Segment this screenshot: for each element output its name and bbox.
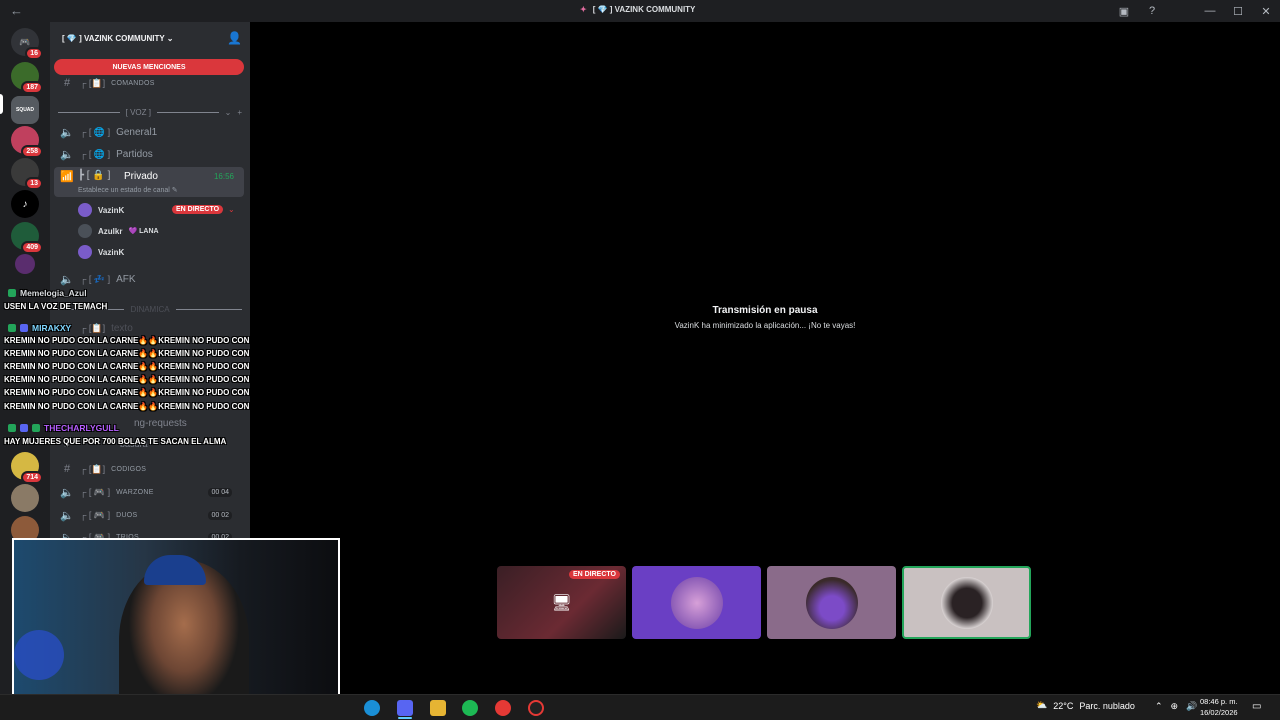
selected-pill [0,94,3,114]
hash-icon: # [63,463,71,475]
avatar [78,245,92,259]
edge-icon[interactable] [364,700,380,716]
cap-image [144,555,206,585]
voice-channel-afk[interactable]: 🔈 ┌ [ 💤 ] AFK [54,269,244,289]
badge-icon [20,424,28,432]
avatar [78,224,92,238]
server-icon-3[interactable]: 13 [11,158,43,190]
chat-message-1: USEN LA VOZ DE TEMACH [4,302,108,311]
chevron-down-icon[interactable]: ⌄ [228,205,235,214]
tiktok-icon: ♪ [22,198,28,210]
inbox-icon[interactable]: ▣ [1110,5,1138,18]
server-icon-4[interactable]: 409 [11,222,43,254]
spotify-icon[interactable] [462,700,478,716]
speaker-icon: 🔈 [60,509,74,522]
voice-channel-general1[interactable]: 🔈 ┌ [ 🌐 ] General1 [54,122,244,142]
system-tray: ⌃ ⊕ 🔊 [1155,701,1197,712]
participant-tile-2[interactable] [767,566,896,639]
live-badge: EN DIRECTO [568,570,620,579]
stream-paused-subtitle: VazinK ha minimizado la aplicación... ¡N… [674,321,856,330]
server-header[interactable]: [ 💎 ] VAZINK COMMUNITY ⌄ 👤 [50,22,250,54]
volume-icon[interactable]: 🔊 [1186,701,1197,712]
voice-user-vazink-2[interactable]: VazinK [78,243,124,261]
cloud-sun-icon: ⛅ [1036,700,1048,710]
avatar [940,576,993,629]
voice-channel-privado[interactable]: 📶 ┣ [ 🔒 ] Privado 16:56 Establece un est… [54,167,244,197]
participant-tile-speaking[interactable] [902,566,1031,639]
folder-icon[interactable] [430,700,446,716]
voice-user-vazink[interactable]: VazinK [78,201,124,219]
avatar [805,576,858,629]
server-icon-1[interactable]: 187 [11,62,43,94]
obs-icon[interactable] [528,700,544,716]
channel-texto[interactable]: # ┌ [📋] texto [54,318,244,338]
server-icon-5[interactable] [15,254,35,274]
category-voz[interactable]: [ VOZ ] ⌄ + [58,108,242,117]
stream-preview-tile[interactable]: EN DIRECTO 🖥 [497,566,626,639]
server-icon-cat[interactable] [11,484,39,512]
channel-codigos[interactable]: # ┌ [📋] CODIGOS [54,459,244,479]
voice-channel-warzone[interactable]: 🔈 ┌ [ 🎮 ] WARZONE 00 04 [54,482,244,502]
title-bar: ← ✦ [ 💎 ] VAZINK COMMUNITY ▣ ? — ☐ ✕ [0,0,1280,22]
close-button[interactable]: ✕ [1252,5,1280,18]
chevron-up-icon[interactable]: ⌃ [1155,701,1163,712]
server-icon-2[interactable]: 258 [11,126,43,158]
server-icon-714[interactable]: 714 [11,452,43,484]
chat-username-1: Memelogia_Azul [8,288,87,298]
back-arrow-icon[interactable]: ← [10,3,23,18]
voice-channel-duos[interactable]: 🔈 ┌ [ 🎮 ] DUOS 00 02 [54,505,244,525]
add-channel-icon[interactable]: + [237,108,242,117]
badge-icon [32,424,40,432]
home-button[interactable]: 🎮 16 [11,28,43,60]
server-icon-squad[interactable]: SQUAD [11,96,39,124]
stream-paused-title: Transmisión en pausa [712,305,818,316]
avatar [670,576,723,629]
lamp-image [14,630,64,680]
weather-widget[interactable]: ⛅ 22°C Parc. nublado [1036,700,1135,711]
speaker-icon: 🔈 [60,148,74,161]
add-member-icon[interactable]: 👤 [227,31,242,45]
speaker-icon: 🔈 [60,486,74,499]
network-icon[interactable]: ⊕ [1171,701,1179,712]
windows-taskbar: ⛅ 22°C Parc. nublado ⌃ ⊕ 🔊 08:46 p. m. 1… [0,694,1280,720]
discord-taskbar-icon[interactable] [397,700,413,716]
avatar [78,203,92,217]
participant-tile-vazink[interactable] [632,566,761,639]
screen-share-icon: 🖥 [551,594,572,612]
speaker-icon: 🔈 [60,126,74,139]
notification-icon[interactable]: ▭ [1252,701,1261,712]
badge-icon [20,324,28,332]
badge-icon [8,324,16,332]
help-icon[interactable]: ? [1138,5,1166,17]
minimize-button[interactable]: — [1196,5,1224,17]
window-title: ✦ [ 💎 ] VAZINK COMMUNITY [580,5,696,14]
clock[interactable]: 08:46 p. m. 16/02/2026 [1200,696,1238,718]
discord-logo-icon: 🎮 [19,36,31,47]
voice-active-icon: 📶 [60,171,74,183]
badge-icon [8,424,16,432]
participant-tiles: EN DIRECTO 🖥 [497,566,1031,639]
chrome-icon[interactable] [495,700,511,716]
chat-username-3: THECHARLYGULL [8,423,119,433]
channel-comandos[interactable]: # ┌ [📋] COMANDOS [54,73,244,93]
live-badge: EN DIRECTO [172,205,224,214]
voice-user-azulkr[interactable]: Azulkr 💜 LANA [78,222,159,240]
maximize-button[interactable]: ☐ [1224,5,1252,18]
hash-icon: # [63,77,71,89]
webcam-overlay [12,538,340,714]
discord-favicon-icon: ✦ [580,5,587,14]
window-controls: ▣ ? — ☐ ✕ [1110,0,1280,22]
voice-channel-partidos[interactable]: 🔈 ┌ [ 🌐 ] Partidos [54,144,244,164]
badge-icon [8,289,16,297]
speaker-icon: 🔈 [60,273,74,286]
chevron-down-icon: ⌄ [224,108,232,117]
chat-username-2: MIRAKXY [8,323,71,333]
chat-message-3: HAY MUJERES QUE POR 700 BOLAS TE SACAN E… [4,437,227,446]
server-icon-tiktok[interactable]: ♪ [11,190,39,218]
